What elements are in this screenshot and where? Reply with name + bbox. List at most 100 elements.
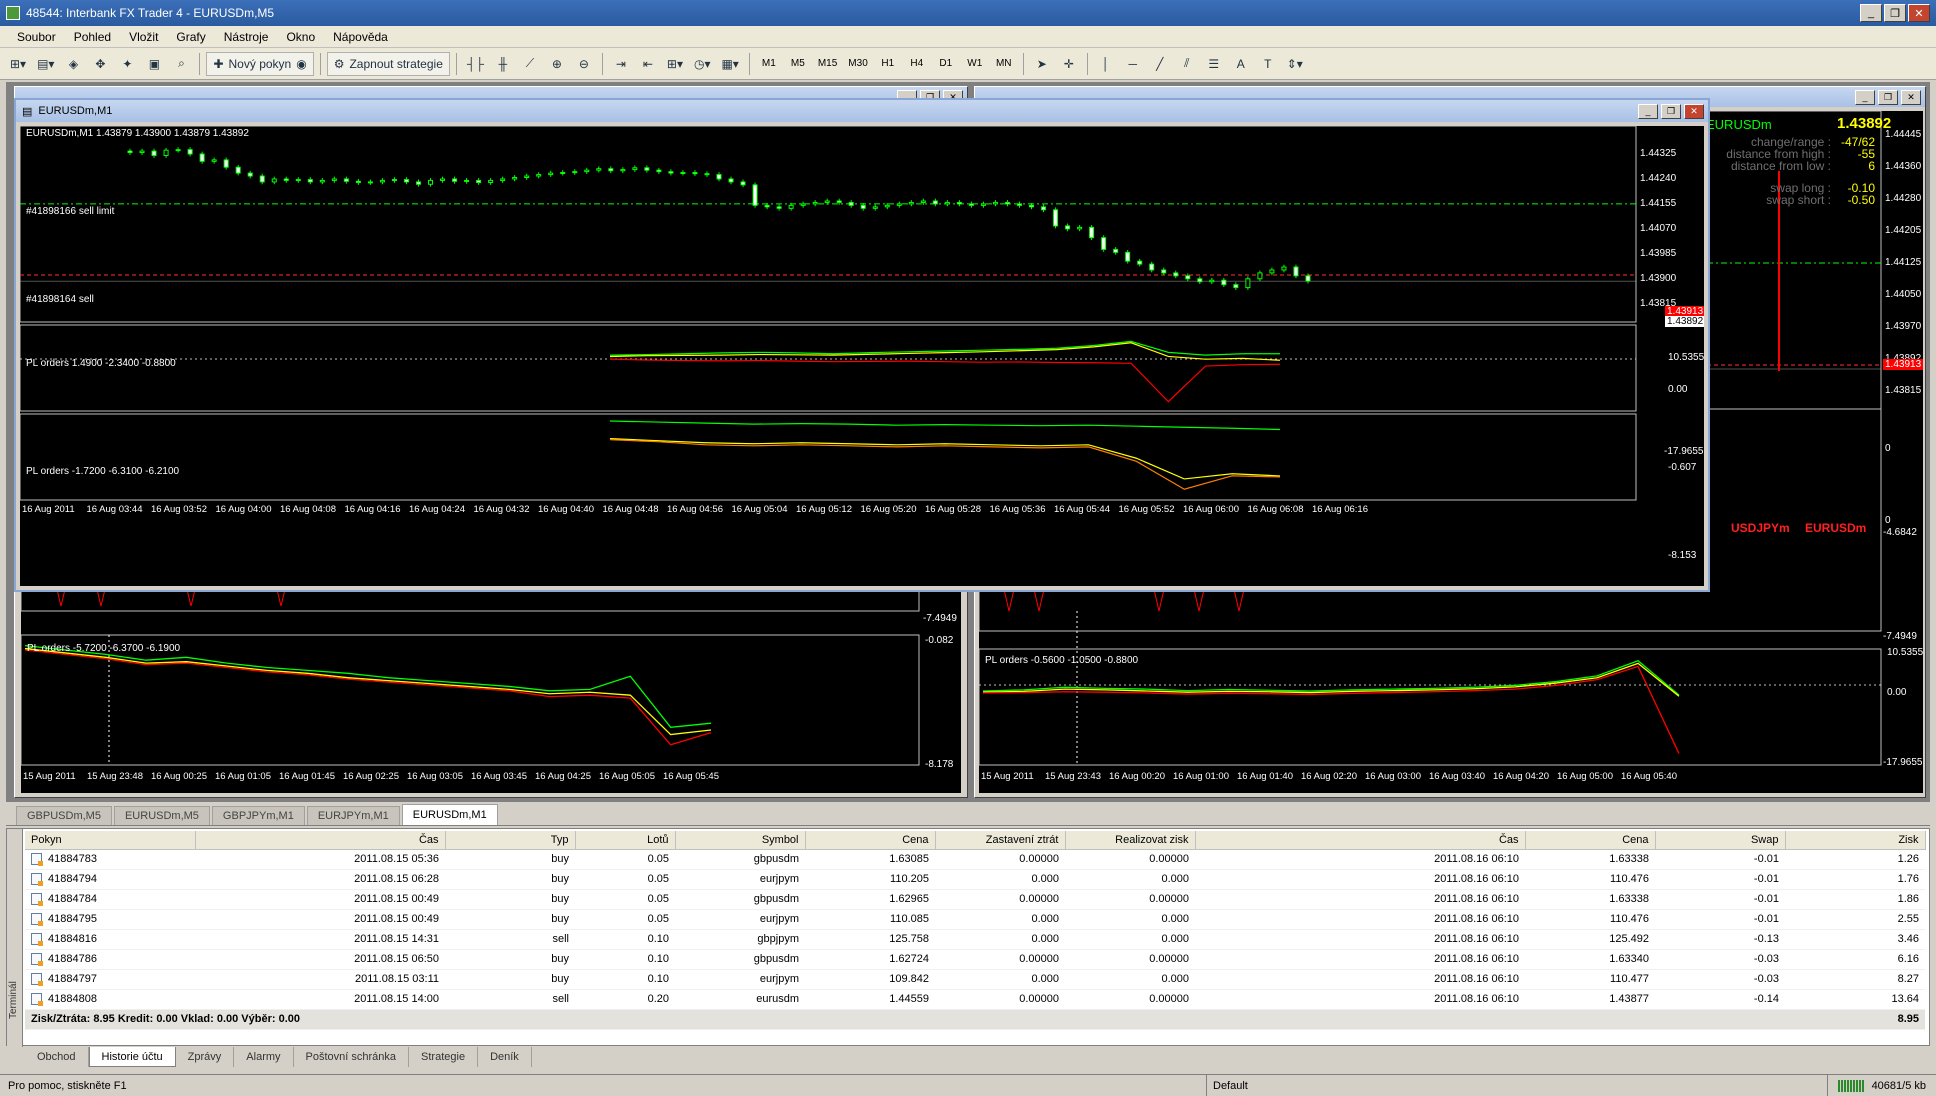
- column-header[interactable]: Pokyn: [25, 831, 196, 850]
- chart-canvas-main[interactable]: EURUSDm,M1 1.43879 1.43900 1.43879 1.438…: [20, 126, 1704, 586]
- tf-m15[interactable]: M15: [814, 52, 841, 76]
- column-header[interactable]: Čas: [1195, 831, 1526, 850]
- autoscroll-icon[interactable]: ⇥: [609, 52, 633, 76]
- periods-icon[interactable]: ◷▾: [690, 52, 715, 76]
- menu-charts[interactable]: Grafy: [167, 30, 214, 44]
- column-header[interactable]: Cena: [805, 831, 936, 850]
- tf-w1[interactable]: W1: [962, 52, 988, 76]
- templates-icon[interactable]: ▦▾: [717, 52, 742, 76]
- tf-m30[interactable]: M30: [844, 52, 871, 76]
- tab-account-history[interactable]: Historie účtu: [88, 1047, 176, 1067]
- chart-tab-eurjpy-m1[interactable]: EURJPYm,M1: [306, 806, 400, 825]
- table-row[interactable]: 41884783 2011.08.15 05:36 buy 0.05 gbpusdm 1.…: [25, 849, 1925, 870]
- candlestick-icon[interactable]: ╫: [491, 52, 515, 76]
- tf-h4[interactable]: H4: [904, 52, 930, 76]
- time-tick: 16 Aug 05:28: [925, 504, 981, 515]
- tab-mailbox[interactable]: Poštovní schránka: [294, 1047, 410, 1067]
- column-header[interactable]: Realizovat zisk: [1065, 831, 1196, 850]
- column-header[interactable]: Čas: [195, 831, 446, 850]
- minimize-button[interactable]: _: [1860, 4, 1882, 22]
- data-window-icon[interactable]: ✥: [88, 52, 112, 76]
- table-row[interactable]: 41884786 2011.08.15 06:50 buy 0.10 gbpusdm 1.…: [25, 949, 1925, 970]
- minimize-button[interactable]: _: [1638, 103, 1658, 119]
- candle-body: [524, 175, 530, 178]
- text-icon[interactable]: A: [1229, 52, 1253, 76]
- candle-body: [584, 169, 590, 173]
- series-line: [609, 358, 1281, 403]
- bar-chart-icon[interactable]: ┤├: [463, 52, 488, 76]
- fibonacci-icon[interactable]: ☰: [1202, 52, 1226, 76]
- tab-news[interactable]: Zprávy: [176, 1047, 235, 1067]
- column-header[interactable]: Typ: [445, 831, 576, 850]
- tf-h1[interactable]: H1: [875, 52, 901, 76]
- close-button[interactable]: ✕: [1684, 103, 1704, 119]
- tf-d1[interactable]: D1: [933, 52, 959, 76]
- table-cell: eurjpym: [759, 913, 799, 925]
- channel-icon[interactable]: ⫽: [1175, 52, 1199, 76]
- column-header[interactable]: Zastavení ztrát: [935, 831, 1066, 850]
- menu-insert[interactable]: Vložit: [120, 30, 167, 44]
- close-button[interactable]: ✕: [1908, 4, 1930, 22]
- candle-body: [824, 200, 830, 203]
- vertical-line-icon[interactable]: │: [1094, 52, 1118, 76]
- table-row[interactable]: 41884784 2011.08.15 00:49 buy 0.05 gbpusdm 1.…: [25, 889, 1925, 910]
- column-header[interactable]: Symbol: [675, 831, 806, 850]
- zoom-out-icon[interactable]: ⊖: [572, 52, 596, 76]
- chart-tab-gbpjpy-m1[interactable]: GBPJPYm,M1: [211, 806, 305, 825]
- profiles-icon[interactable]: ▤▾: [33, 52, 58, 76]
- table-row[interactable]: 41884797 2011.08.15 03:11 buy 0.10 eurjpym 10…: [25, 969, 1925, 990]
- indicators-icon[interactable]: ⊞▾: [663, 52, 687, 76]
- tester-icon[interactable]: ⌕: [169, 52, 193, 76]
- chart-window-eurusd-m1[interactable]: ▤ EURUSDm,M1 _ ❐ ✕ EURUSDm,M1 1.43879 1.43…: [14, 98, 1710, 592]
- strategies-button[interactable]: ⚙ Zapnout strategie: [326, 51, 450, 76]
- table-row[interactable]: 41884794 2011.08.15 06:28 buy 0.05 eurjpym 11…: [25, 869, 1925, 890]
- column-header[interactable]: Cena: [1525, 831, 1656, 850]
- market-watch-icon[interactable]: ◈: [61, 52, 85, 76]
- tf-m1[interactable]: M1: [756, 52, 782, 76]
- horizontal-line-icon[interactable]: ─: [1121, 52, 1145, 76]
- table-cell: gbpusdm: [753, 893, 799, 905]
- candle-body: [403, 179, 409, 183]
- crosshair-icon[interactable]: ✛: [1057, 52, 1081, 76]
- table-cell: 2011.08.15 14:00: [354, 993, 439, 1005]
- table-row[interactable]: 41884816 2011.08.15 14:31 sell 0.10 gbpjpym 1…: [25, 929, 1925, 950]
- close-button[interactable]: ✕: [1901, 89, 1921, 105]
- chart-tab-eurusd-m5[interactable]: EURUSDm,M5: [113, 806, 210, 825]
- restore-button[interactable]: ❐: [1878, 89, 1898, 105]
- candle-body: [163, 149, 169, 156]
- arrows-icon[interactable]: ⇕▾: [1283, 52, 1307, 76]
- menu-file[interactable]: Soubor: [8, 30, 65, 44]
- tf-m5[interactable]: M5: [785, 52, 811, 76]
- navigator-icon[interactable]: ✦: [115, 52, 139, 76]
- chart-tab-gbpusd-m5[interactable]: GBPUSDm,M5: [16, 806, 112, 825]
- tab-alerts[interactable]: Alarmy: [234, 1047, 294, 1067]
- restore-button[interactable]: ❐: [1661, 103, 1681, 119]
- cursor-icon[interactable]: ➤: [1030, 52, 1054, 76]
- table-row[interactable]: 41884795 2011.08.15 00:49 buy 0.05 eurjpym 11…: [25, 909, 1925, 930]
- column-header[interactable]: Zisk: [1785, 831, 1926, 850]
- new-order-button[interactable]: ✚ Nový pokyn ◉: [206, 51, 314, 76]
- trendline-icon[interactable]: ╱: [1148, 52, 1172, 76]
- chart-tab-eurusd-m1[interactable]: EURUSDm,M1: [401, 804, 498, 825]
- menu-tools[interactable]: Nástroje: [215, 30, 278, 44]
- tab-experts[interactable]: Strategie: [409, 1047, 479, 1067]
- line-chart-icon[interactable]: ⟋: [518, 52, 542, 76]
- menu-help[interactable]: Nápověda: [324, 30, 397, 44]
- tab-trade[interactable]: Obchod: [25, 1047, 89, 1067]
- zoom-in-icon[interactable]: ⊕: [545, 52, 569, 76]
- tab-journal[interactable]: Deník: [478, 1047, 532, 1067]
- tf-mn[interactable]: MN: [991, 52, 1017, 76]
- column-header[interactable]: Lotů: [575, 831, 676, 850]
- chart-shift-icon[interactable]: ⇤: [636, 52, 660, 76]
- menu-view[interactable]: Pohled: [65, 30, 120, 44]
- new-chart-icon[interactable]: ⊞▾: [6, 52, 30, 76]
- table-row[interactable]: 41884808 2011.08.15 14:00 sell 0.20 eurusdm 1…: [25, 989, 1925, 1010]
- column-header[interactable]: Swap: [1655, 831, 1786, 850]
- candle-body: [127, 150, 133, 154]
- text-label-icon[interactable]: T: [1256, 52, 1280, 76]
- time-tick: 15 Aug 23:48: [87, 771, 143, 782]
- minimize-button[interactable]: _: [1855, 89, 1875, 105]
- terminal-icon[interactable]: ▣: [142, 52, 166, 76]
- menu-window[interactable]: Okno: [277, 30, 324, 44]
- restore-button[interactable]: ❐: [1884, 4, 1906, 22]
